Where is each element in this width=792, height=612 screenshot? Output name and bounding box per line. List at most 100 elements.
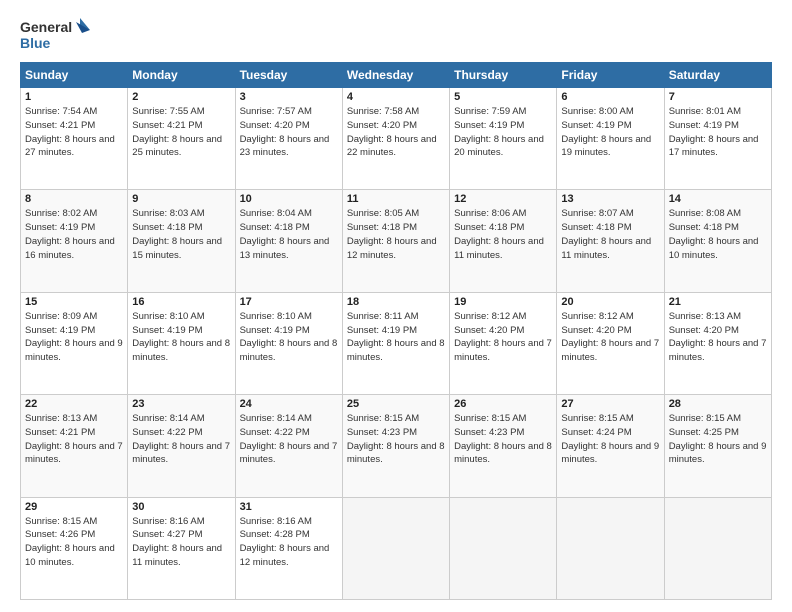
day-number: 11 xyxy=(347,193,445,205)
col-header-monday: Monday xyxy=(128,63,235,88)
day-info: Sunrise: 8:00 AMSunset: 4:19 PMDaylight:… xyxy=(561,106,651,158)
day-number: 5 xyxy=(454,91,552,103)
day-info: Sunrise: 8:13 AMSunset: 4:20 PMDaylight:… xyxy=(669,311,767,363)
day-info: Sunrise: 8:02 AMSunset: 4:19 PMDaylight:… xyxy=(25,208,115,260)
day-info: Sunrise: 8:14 AMSunset: 4:22 PMDaylight:… xyxy=(132,413,230,465)
day-number: 30 xyxy=(132,501,230,513)
calendar-cell: 10Sunrise: 8:04 AMSunset: 4:18 PMDayligh… xyxy=(235,190,342,292)
day-number: 3 xyxy=(240,91,338,103)
day-number: 20 xyxy=(561,296,659,308)
calendar-cell: 20 Sunrise: 8:12 AMSunset: 4:20 PMDayligh… xyxy=(557,292,664,394)
calendar-cell: 30 Sunrise: 8:16 AMSunset: 4:27 PMDayligh… xyxy=(128,497,235,599)
calendar-cell: 17Sunrise: 8:10 AMSunset: 4:19 PMDayligh… xyxy=(235,292,342,394)
day-info: Sunrise: 8:12 AMSunset: 4:20 PMDaylight:… xyxy=(454,311,552,363)
calendar-cell: 22 Sunrise: 8:13 AMSunset: 4:21 PMDayligh… xyxy=(21,395,128,497)
calendar-cell xyxy=(557,497,664,599)
col-header-friday: Friday xyxy=(557,63,664,88)
day-info: Sunrise: 8:11 AMSunset: 4:19 PMDaylight:… xyxy=(347,311,445,363)
calendar-cell: 19 Sunrise: 8:12 AMSunset: 4:20 PMDayligh… xyxy=(450,292,557,394)
svg-text:Blue: Blue xyxy=(20,35,51,51)
day-number: 18 xyxy=(347,296,445,308)
day-info: Sunrise: 8:16 AMSunset: 4:28 PMDaylight:… xyxy=(240,516,330,568)
calendar-cell: 12 Sunrise: 8:06 AMSunset: 4:18 PMDayligh… xyxy=(450,190,557,292)
day-info: Sunrise: 8:08 AMSunset: 4:18 PMDaylight:… xyxy=(669,208,759,260)
calendar-cell: 2Sunrise: 7:55 AMSunset: 4:21 PMDaylight… xyxy=(128,88,235,190)
col-header-tuesday: Tuesday xyxy=(235,63,342,88)
day-number: 12 xyxy=(454,193,552,205)
calendar-cell: 27Sunrise: 8:15 AMSunset: 4:24 PMDayligh… xyxy=(557,395,664,497)
col-header-saturday: Saturday xyxy=(664,63,771,88)
day-number: 31 xyxy=(240,501,338,513)
calendar-cell: 15 Sunrise: 8:09 AMSunset: 4:19 PMDayligh… xyxy=(21,292,128,394)
day-info: Sunrise: 8:01 AMSunset: 4:19 PMDaylight:… xyxy=(669,106,759,158)
calendar-cell: 3 Sunrise: 7:57 AMSunset: 4:20 PMDaylight… xyxy=(235,88,342,190)
calendar-week-2: 8 Sunrise: 8:02 AMSunset: 4:19 PMDaylight… xyxy=(21,190,772,292)
calendar-week-1: 1Sunrise: 7:54 AMSunset: 4:21 PMDaylight… xyxy=(21,88,772,190)
day-info: Sunrise: 8:10 AMSunset: 4:19 PMDaylight:… xyxy=(240,311,338,363)
day-number: 24 xyxy=(240,398,338,410)
day-number: 26 xyxy=(454,398,552,410)
calendar-cell: 14 Sunrise: 8:08 AMSunset: 4:18 PMDayligh… xyxy=(664,190,771,292)
logo-svg: General Blue xyxy=(20,16,90,52)
day-number: 21 xyxy=(669,296,767,308)
day-info: Sunrise: 8:04 AMSunset: 4:18 PMDaylight:… xyxy=(240,208,330,260)
day-info: Sunrise: 8:14 AMSunset: 4:22 PMDaylight:… xyxy=(240,413,338,465)
calendar-cell xyxy=(450,497,557,599)
calendar-cell: 9Sunrise: 8:03 AMSunset: 4:18 PMDaylight… xyxy=(128,190,235,292)
day-info: Sunrise: 8:07 AMSunset: 4:18 PMDaylight:… xyxy=(561,208,651,260)
day-info: Sunrise: 8:06 AMSunset: 4:18 PMDaylight:… xyxy=(454,208,544,260)
page: General Blue SundayMondayTuesdayWednesda… xyxy=(0,0,792,612)
day-number: 28 xyxy=(669,398,767,410)
calendar-cell: 23 Sunrise: 8:14 AMSunset: 4:22 PMDayligh… xyxy=(128,395,235,497)
day-number: 4 xyxy=(347,91,445,103)
col-header-wednesday: Wednesday xyxy=(342,63,449,88)
day-number: 25 xyxy=(347,398,445,410)
day-info: Sunrise: 8:15 AMSunset: 4:26 PMDaylight:… xyxy=(25,516,115,568)
svg-text:General: General xyxy=(20,19,72,35)
calendar-cell: 31 Sunrise: 8:16 AMSunset: 4:28 PMDayligh… xyxy=(235,497,342,599)
day-number: 23 xyxy=(132,398,230,410)
calendar-cell: 1Sunrise: 7:54 AMSunset: 4:21 PMDaylight… xyxy=(21,88,128,190)
day-number: 8 xyxy=(25,193,123,205)
calendar-cell xyxy=(664,497,771,599)
day-number: 2 xyxy=(132,91,230,103)
col-header-sunday: Sunday xyxy=(21,63,128,88)
day-number: 14 xyxy=(669,193,767,205)
calendar-cell: 8 Sunrise: 8:02 AMSunset: 4:19 PMDaylight… xyxy=(21,190,128,292)
calendar-cell: 5 Sunrise: 7:59 AMSunset: 4:19 PMDaylight… xyxy=(450,88,557,190)
day-number: 13 xyxy=(561,193,659,205)
calendar-week-3: 15 Sunrise: 8:09 AMSunset: 4:19 PMDayligh… xyxy=(21,292,772,394)
calendar-cell xyxy=(342,497,449,599)
day-number: 1 xyxy=(25,91,123,103)
day-info: Sunrise: 8:15 AMSunset: 4:23 PMDaylight:… xyxy=(347,413,445,465)
day-info: Sunrise: 8:09 AMSunset: 4:19 PMDaylight:… xyxy=(25,311,123,363)
day-info: Sunrise: 7:57 AMSunset: 4:20 PMDaylight:… xyxy=(240,106,330,158)
calendar-header-row: SundayMondayTuesdayWednesdayThursdayFrid… xyxy=(21,63,772,88)
logo: General Blue xyxy=(20,16,90,52)
day-info: Sunrise: 8:15 AMSunset: 4:23 PMDaylight:… xyxy=(454,413,552,465)
calendar-week-4: 22 Sunrise: 8:13 AMSunset: 4:21 PMDayligh… xyxy=(21,395,772,497)
day-info: Sunrise: 7:58 AMSunset: 4:20 PMDaylight:… xyxy=(347,106,437,158)
calendar-cell: 13 Sunrise: 8:07 AMSunset: 4:18 PMDayligh… xyxy=(557,190,664,292)
day-info: Sunrise: 8:15 AMSunset: 4:24 PMDaylight:… xyxy=(561,413,659,465)
day-number: 22 xyxy=(25,398,123,410)
day-info: Sunrise: 8:12 AMSunset: 4:20 PMDaylight:… xyxy=(561,311,659,363)
day-info: Sunrise: 8:16 AMSunset: 4:27 PMDaylight:… xyxy=(132,516,222,568)
calendar-cell: 11 Sunrise: 8:05 AMSunset: 4:18 PMDayligh… xyxy=(342,190,449,292)
calendar-cell: 21 Sunrise: 8:13 AMSunset: 4:20 PMDayligh… xyxy=(664,292,771,394)
day-number: 6 xyxy=(561,91,659,103)
day-number: 7 xyxy=(669,91,767,103)
day-info: Sunrise: 7:59 AMSunset: 4:19 PMDaylight:… xyxy=(454,106,544,158)
calendar-cell: 24 Sunrise: 8:14 AMSunset: 4:22 PMDayligh… xyxy=(235,395,342,497)
col-header-thursday: Thursday xyxy=(450,63,557,88)
day-info: Sunrise: 8:10 AMSunset: 4:19 PMDaylight:… xyxy=(132,311,230,363)
calendar-cell: 7 Sunrise: 8:01 AMSunset: 4:19 PMDaylight… xyxy=(664,88,771,190)
day-info: Sunrise: 8:05 AMSunset: 4:18 PMDaylight:… xyxy=(347,208,437,260)
day-number: 19 xyxy=(454,296,552,308)
calendar-table: SundayMondayTuesdayWednesdayThursdayFrid… xyxy=(20,62,772,600)
header: General Blue xyxy=(20,16,772,52)
calendar-cell: 16Sunrise: 8:10 AMSunset: 4:19 PMDayligh… xyxy=(128,292,235,394)
day-info: Sunrise: 8:13 AMSunset: 4:21 PMDaylight:… xyxy=(25,413,123,465)
day-number: 15 xyxy=(25,296,123,308)
day-number: 9 xyxy=(132,193,230,205)
